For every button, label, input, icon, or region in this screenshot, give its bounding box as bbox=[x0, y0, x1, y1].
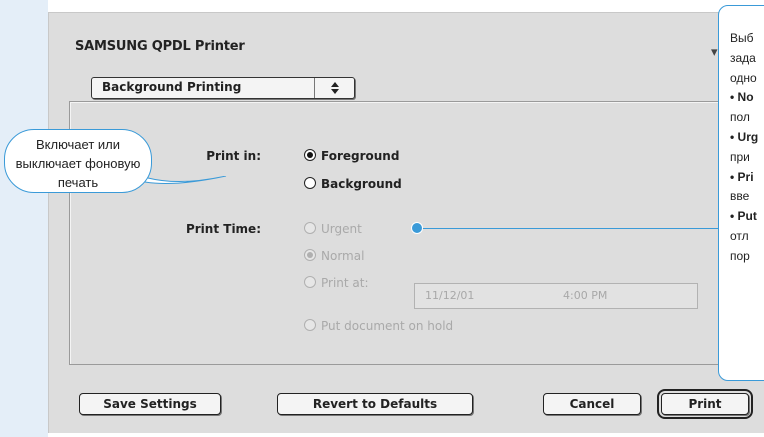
info-item-normal-text: пол bbox=[730, 110, 750, 125]
save-settings-button[interactable]: Save Settings bbox=[79, 393, 221, 415]
radio-background[interactable]: Background bbox=[304, 177, 402, 191]
radio-print-at-label: Print at: bbox=[321, 276, 369, 290]
updown-arrows-icon bbox=[314, 78, 354, 98]
cancel-button[interactable]: Cancel bbox=[543, 393, 641, 415]
radio-urgent[interactable]: Urgent bbox=[304, 222, 362, 236]
callout-line-1: Включает или bbox=[35, 137, 121, 152]
radio-on-hold[interactable]: Put document on hold bbox=[304, 319, 453, 333]
radio-urgent-label: Urgent bbox=[321, 222, 362, 236]
info-item-print-at-text: вве bbox=[730, 189, 750, 204]
radio-selected-icon bbox=[304, 149, 316, 161]
info-item-normal: • No bbox=[730, 90, 754, 105]
info-line-1: Выб bbox=[730, 31, 754, 45]
radio-on-hold-label: Put document on hold bbox=[321, 319, 454, 333]
revert-defaults-button[interactable]: Revert to Defaults bbox=[277, 393, 473, 415]
radio-normal[interactable]: Normal bbox=[304, 249, 364, 263]
info-item-on-hold-text-2: пор bbox=[730, 248, 750, 263]
callout-line-2: выключает фоновую bbox=[15, 156, 141, 171]
radio-selected-icon bbox=[304, 249, 316, 261]
radio-unselected-icon bbox=[304, 177, 316, 189]
info-line-2: зада bbox=[730, 50, 756, 65]
print-button[interactable]: Print bbox=[657, 389, 753, 419]
radio-unselected-icon bbox=[304, 319, 316, 331]
callout-line-3: печать bbox=[57, 175, 99, 190]
print-at-datetime-field[interactable]: 11/12/01 4:00 PM bbox=[414, 283, 698, 309]
chevron-down-icon[interactable]: ▾ bbox=[711, 45, 718, 60]
info-item-urgent-text: при bbox=[730, 149, 750, 164]
pointer-line bbox=[420, 228, 718, 229]
radio-foreground-label: Foreground bbox=[321, 149, 400, 163]
panel-select[interactable]: Background Printing bbox=[91, 77, 355, 99]
info-item-print-at: • Pri bbox=[730, 169, 754, 184]
radio-unselected-icon bbox=[304, 222, 316, 234]
panel-select-value: Background Printing bbox=[102, 80, 242, 94]
print-time-label: Print Time: bbox=[185, 222, 261, 236]
info-line-3: одно bbox=[730, 70, 757, 85]
info-item-on-hold-text: отл bbox=[730, 228, 749, 243]
radio-background-label: Background bbox=[321, 177, 402, 191]
radio-normal-label: Normal bbox=[321, 249, 365, 263]
printer-title: SAMSUNG QPDL Printer bbox=[75, 39, 245, 54]
background-callout: Включает или выключает фоновую печать bbox=[4, 129, 152, 193]
pointer-dot bbox=[411, 222, 423, 234]
print-time-info-box: Выб зада одно • No пол • Urg при • Pri в… bbox=[718, 5, 764, 381]
radio-print-at[interactable]: Print at: bbox=[304, 276, 369, 290]
print-at-date: 11/12/01 bbox=[425, 289, 475, 302]
side-panel bbox=[0, 0, 48, 437]
radio-foreground[interactable]: Foreground bbox=[304, 149, 399, 163]
info-item-on-hold: • Put bbox=[730, 209, 757, 224]
print-dialog: SAMSUNG QPDL Printer ▾ Background Printi… bbox=[48, 12, 764, 433]
radio-unselected-icon bbox=[304, 276, 316, 288]
print-at-time: 4:00 PM bbox=[563, 289, 608, 302]
info-item-urgent: • Urg bbox=[730, 129, 759, 144]
